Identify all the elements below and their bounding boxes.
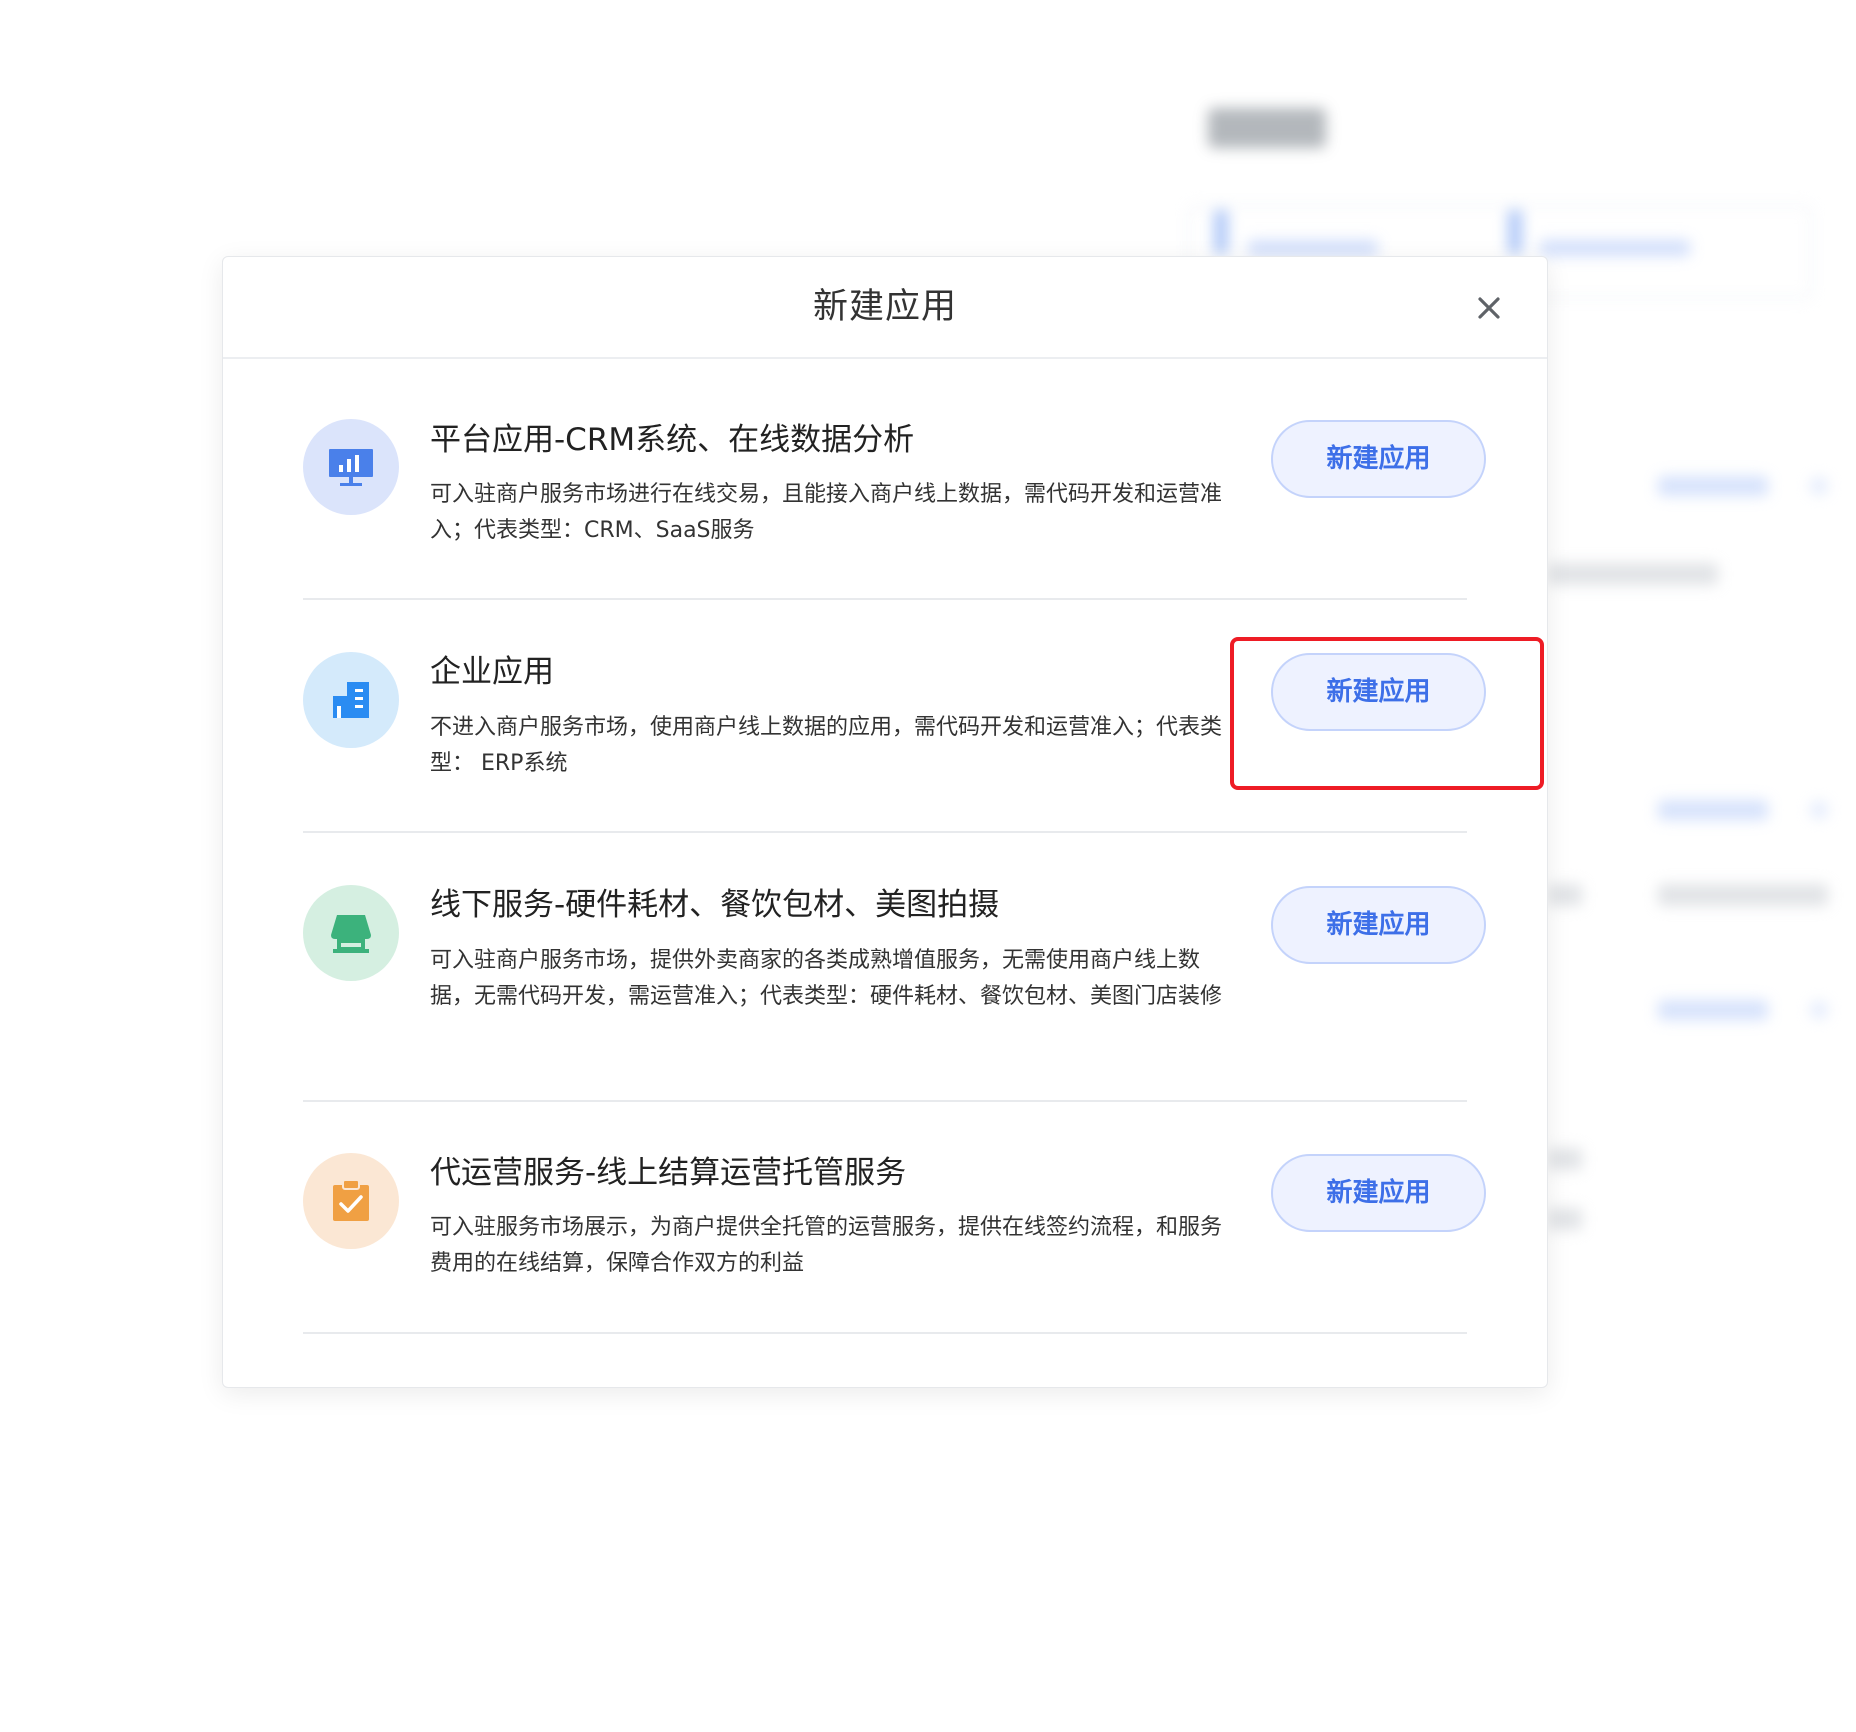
modal-header: 新建应用 [223,257,1547,359]
background-link [1658,1000,1768,1020]
background-text [1548,1208,1582,1230]
app-type-item-platform: 平台应用-CRM系统、在线数据分析 可入驻商户服务市场进行在线交易，且能接入商户… [303,357,1486,600]
app-type-title: 平台应用-CRM系统、在线数据分析 [430,422,915,458]
create-app-button[interactable]: 新建应用 [1271,886,1486,964]
background-text [1548,1148,1582,1170]
background-title [1208,108,1326,148]
background-link [1658,476,1768,496]
background-text [1548,563,1718,585]
app-type-item-offline: 线下服务-硬件耗材、餐饮包材、美图拍摄 可入驻商户服务市场，提供外卖商家的各类成… [303,833,1486,1102]
background-tab-icon [1508,210,1522,254]
app-type-description: 不进入商户服务市场，使用商户线上数据的应用，需代码开发和运营准入；代表类型： E… [430,715,1223,776]
background-chevron [1810,1001,1828,1019]
background-chevron [1810,477,1828,495]
app-type-title: 企业应用 [430,654,554,690]
background-text [1548,884,1582,906]
background-tab-icon [1214,210,1228,254]
background-link [1658,800,1768,820]
app-type-description: 可入驻服务市场展示，为商户提供全托管的运营服务，提供在线签约流程，和服务费用的在… [430,1215,1223,1276]
background-text [1658,884,1828,906]
close-button[interactable] [1471,290,1507,326]
storefront-icon [303,885,399,981]
app-type-title: 代运营服务-线上结算运营托管服务 [430,1155,907,1191]
app-type-list: 平台应用-CRM系统、在线数据分析 可入驻商户服务市场进行在线交易，且能接入商户… [303,357,1486,1334]
app-type-title: 线下服务-硬件耗材、餐饮包材、美图拍摄 [430,887,1000,923]
create-app-button[interactable]: 新建应用 [1271,420,1486,498]
app-type-description: 可入驻商户服务市场进行在线交易，且能接入商户线上数据，需代码开发和运营准入；代表… [430,482,1223,543]
background-tab [1540,240,1690,256]
app-type-item-operation: 代运营服务-线上结算运营托管服务 可入驻服务市场展示，为商户提供全托管的运营服务… [303,1102,1486,1334]
app-type-description: 可入驻商户服务市场，提供外卖商家的各类成熟增值服务，无需使用商户线上数据，无需代… [430,948,1223,1009]
create-app-button[interactable]: 新建应用 [1271,1154,1486,1232]
building-icon [303,652,399,748]
new-app-modal: 新建应用 平台应用-CRM系统、在线数据分析 可入驻商户服务市场进行在线交易，且… [222,256,1548,1388]
chart-monitor-icon [303,419,399,515]
background-tab [1248,240,1378,256]
highlight-annotation [1230,637,1544,790]
background-chevron [1810,801,1828,819]
close-icon [1478,297,1500,319]
modal-title: 新建应用 [812,287,957,327]
clipboard-check-icon [303,1153,399,1249]
